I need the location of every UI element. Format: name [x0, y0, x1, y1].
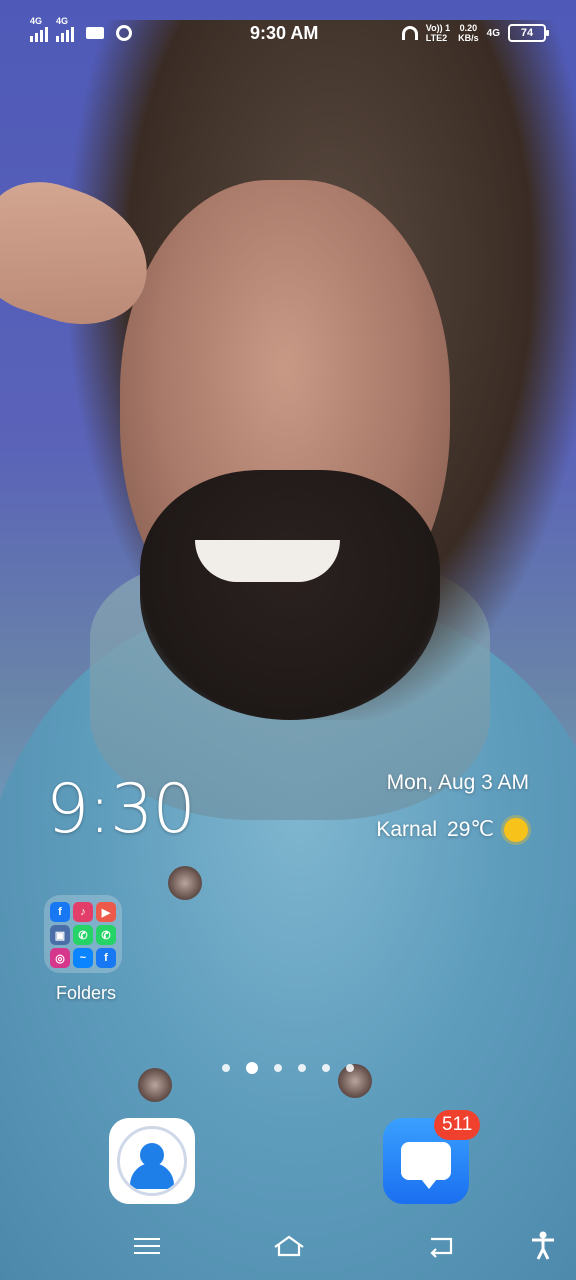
page-indicator[interactable] [0, 1062, 576, 1074]
video-camera-icon [86, 27, 104, 39]
sun-icon [504, 817, 528, 842]
wallpaper-teeth [195, 540, 340, 582]
status-left-icons: 4G 4G [30, 16, 402, 42]
battery-icon: 74 [508, 24, 549, 42]
chrome-icon [116, 25, 132, 41]
battery-level: 74 [520, 27, 534, 39]
page-dot [222, 1064, 230, 1072]
home-button[interactable] [272, 1232, 306, 1260]
gallery-icon: ▣ [50, 925, 70, 945]
accessibility-button[interactable] [526, 1231, 560, 1260]
contacts-app[interactable] [109, 1118, 195, 1204]
instagram-icon: ◎ [50, 948, 70, 968]
folder-preview: f ♪ ▶ ▣ ✆ ✆ ◎ ~ f [44, 895, 122, 973]
page-dot [322, 1064, 330, 1072]
temperature-label: 29℃ [447, 818, 494, 841]
wallpaper-shirt-button [168, 866, 202, 900]
facebook-icon: f [50, 902, 70, 922]
video-icon: ▶ [96, 902, 116, 922]
whatsapp-icon: ✆ [73, 925, 93, 945]
status-time: 9:30 AM [250, 22, 319, 43]
headphones-icon [401, 26, 418, 40]
whatsapp-business-icon: ✆ [96, 925, 116, 945]
wallpaper-beard [140, 470, 440, 720]
menu-icon [134, 1238, 160, 1240]
city-label: Karnal [376, 817, 438, 841]
signal-icon: 4G [30, 16, 48, 42]
contacts-icon [117, 1126, 187, 1196]
wallpaper [0, 0, 576, 1280]
status-right-icons: Vo)) 1 LTE2 0.20 KB/s 4G 74 [401, 23, 549, 43]
messenger-icon: ~ [73, 948, 93, 968]
navigation-bar [0, 1222, 576, 1272]
folder-label: Folders [55, 983, 117, 1003]
accessibility-icon [532, 1231, 554, 1260]
messages-badge: 511 [434, 1110, 481, 1140]
network-speed: 0.20 KB/s [458, 23, 479, 43]
status-bar: 4G 4G 9:30 AM Vo)) 1 LTE2 0.20 KB/s 4G 7… [0, 0, 576, 66]
weather-widget[interactable]: Karnal 29℃ [376, 817, 528, 842]
music-icon: ♪ [73, 902, 93, 922]
facebook-lite-icon: f [96, 948, 116, 968]
page-dot [274, 1064, 282, 1072]
app-folder[interactable]: f ♪ ▶ ▣ ✆ ✆ ◎ ~ f Folders [44, 895, 124, 1004]
back-button[interactable] [424, 1232, 458, 1260]
menu-button[interactable] [130, 1232, 164, 1260]
clock-widget-time[interactable]: 9:30 [46, 770, 196, 849]
home-icon [274, 1235, 304, 1257]
page-dot [298, 1064, 306, 1072]
date-label[interactable]: Mon, Aug 3 AM [387, 771, 529, 795]
page-dot-active [246, 1062, 258, 1074]
messages-icon [401, 1142, 451, 1189]
network-type-label: 4G [30, 16, 43, 26]
network-type-label: 4G [56, 16, 69, 26]
signal-icon: 4G [56, 16, 74, 42]
back-icon [430, 1237, 453, 1258]
page-dot [346, 1064, 354, 1072]
volte-label: Vo)) 1 LTE2 [425, 23, 451, 43]
network-type-label: 4G [486, 27, 500, 39]
